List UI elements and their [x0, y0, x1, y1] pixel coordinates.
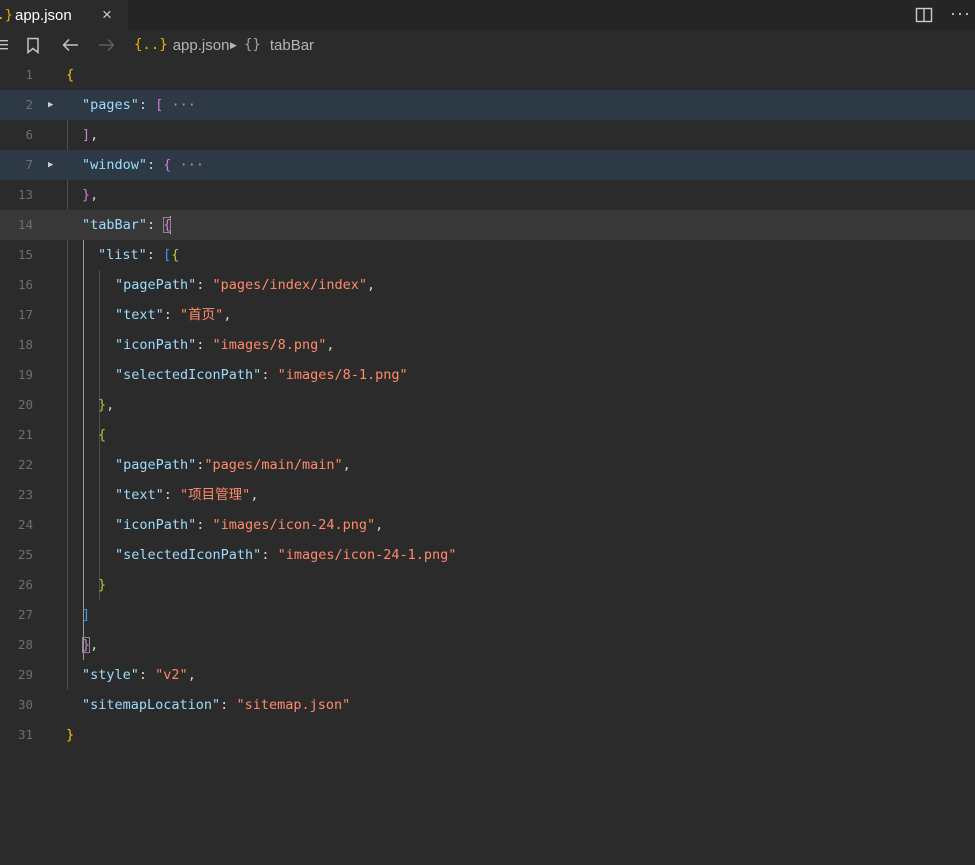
breadcrumb-file[interactable]: {..} app.json: [134, 30, 229, 60]
line-number: 2: [25, 97, 33, 112]
line-number: 27: [17, 607, 33, 622]
fold-expand-icon[interactable]: ▶: [48, 150, 53, 180]
json-string: "v2": [155, 667, 188, 683]
code-line: 31 }: [0, 720, 975, 750]
code-line-folded: 2 ▶ "pages": [ ···: [0, 90, 975, 120]
split-editor-icon[interactable]: [915, 6, 933, 24]
code-line: 25 "selectedIconPath": "images/icon-24-1…: [0, 540, 975, 570]
json-string: "首页": [180, 307, 224, 323]
json-key: "pagePath": [115, 277, 197, 293]
matched-bracket: }: [82, 637, 91, 653]
forward-arrow-icon[interactable]: [97, 38, 115, 52]
line-number: 6: [25, 127, 33, 142]
code-line: 29 "style": "v2",: [0, 660, 975, 690]
json-file-icon: .}: [0, 7, 13, 23]
code-editor[interactable]: 1 { 2 ▶ "pages": [ ··· 6 ], 7 ▶ "window"…: [0, 60, 975, 865]
json-string: "images/icon-24-1.png": [277, 547, 457, 563]
line-number: 19: [17, 367, 33, 382]
json-key: "iconPath": [115, 517, 197, 533]
line-number: 7: [25, 157, 33, 172]
code-line: 13 },: [0, 180, 975, 210]
folded-ellipsis[interactable]: ···: [171, 97, 195, 113]
json-key: "list": [98, 247, 147, 263]
line-number: 13: [17, 187, 33, 202]
json-key: "iconPath": [115, 337, 197, 353]
line-number: 1: [25, 67, 33, 82]
object-icon: {}: [244, 37, 261, 53]
json-string: "sitemap.json": [236, 697, 351, 713]
code-line: 22 "pagePath":"pages/main/main",: [0, 450, 975, 480]
json-key: "tabBar": [82, 217, 148, 233]
bookmark-icon[interactable]: [26, 37, 40, 54]
code-line-folded: 7 ▶ "window": { ···: [0, 150, 975, 180]
tab-label: app.json: [15, 6, 72, 24]
line-number: 26: [17, 577, 33, 592]
code-line: 15 "list": [{: [0, 240, 975, 270]
more-actions-icon[interactable]: ···: [950, 3, 971, 24]
line-number: 24: [17, 517, 33, 532]
line-number: 17: [17, 307, 33, 322]
tab-app-json[interactable]: .} app.json ×: [0, 0, 128, 30]
code-line-current: 14 "tabBar": {: [0, 210, 975, 240]
json-key: "text": [115, 307, 164, 323]
json-string: "项目管理": [180, 487, 251, 503]
code-line: 21 {: [0, 420, 975, 450]
line-number: 22: [17, 457, 33, 472]
json-key: "text": [115, 487, 164, 503]
code-line: 16 "pagePath": "pages/index/index",: [0, 270, 975, 300]
line-number: 29: [17, 667, 33, 682]
line-number: 31: [17, 727, 33, 742]
code-line: 17 "text": "首页",: [0, 300, 975, 330]
json-string: "pages/main/main": [204, 457, 343, 473]
json-string: "images/8.png": [212, 337, 327, 353]
back-arrow-icon[interactable]: [62, 38, 80, 52]
json-string: "images/8-1.png": [277, 367, 408, 383]
brace: {: [66, 67, 75, 83]
breadcrumb-symbol[interactable]: {} tabBar: [244, 30, 314, 60]
line-number: 15: [17, 247, 33, 262]
breadcrumb: {..} app.json ▶ {} tabBar: [0, 30, 975, 60]
fold-expand-icon[interactable]: ▶: [48, 90, 53, 120]
code-line: 26 }: [0, 570, 975, 600]
close-icon[interactable]: ×: [99, 5, 115, 25]
line-number: 25: [17, 547, 33, 562]
line-number: 14: [17, 217, 33, 232]
json-key: "style": [82, 667, 139, 683]
json-key: "selectedIconPath": [115, 367, 262, 383]
breadcrumb-symbol-label: tabBar: [269, 36, 315, 54]
code-line: 23 "text": "项目管理",: [0, 480, 975, 510]
line-number: 28: [17, 637, 33, 652]
code-line: 6 ],: [0, 120, 975, 150]
json-key: "pages": [82, 97, 139, 113]
code-line: 20 },: [0, 390, 975, 420]
code-line: 27 ]: [0, 600, 975, 630]
text-cursor: [170, 216, 172, 234]
json-key: "pagePath": [115, 457, 197, 473]
chevron-right-icon: ▶: [230, 39, 237, 50]
line-number: 30: [17, 697, 33, 712]
code-line: 30 "sitemapLocation": "sitemap.json": [0, 690, 975, 720]
code-line: 18 "iconPath": "images/8.png",: [0, 330, 975, 360]
code-line: 19 "selectedIconPath": "images/8-1.png": [0, 360, 975, 390]
folded-ellipsis[interactable]: ···: [180, 157, 204, 173]
code-line: 1 {: [0, 60, 975, 90]
list-icon[interactable]: [0, 39, 8, 51]
code-line: 24 "iconPath": "images/icon-24.png",: [0, 510, 975, 540]
line-number: 18: [17, 337, 33, 352]
json-key: "selectedIconPath": [115, 547, 262, 563]
json-string: "images/icon-24.png": [212, 517, 376, 533]
breadcrumb-file-label: app.json: [172, 36, 230, 54]
line-number: 21: [17, 427, 33, 442]
editor-tab-bar: .} app.json × ···: [0, 0, 975, 30]
json-key: "window": [82, 157, 148, 173]
line-number: 23: [17, 487, 33, 502]
line-number: 20: [17, 397, 33, 412]
json-file-icon: {..}: [134, 37, 168, 53]
line-number: 16: [17, 277, 33, 292]
json-string: "pages/index/index": [212, 277, 367, 293]
json-key: "sitemapLocation": [82, 697, 221, 713]
code-line: 28 },: [0, 630, 975, 660]
